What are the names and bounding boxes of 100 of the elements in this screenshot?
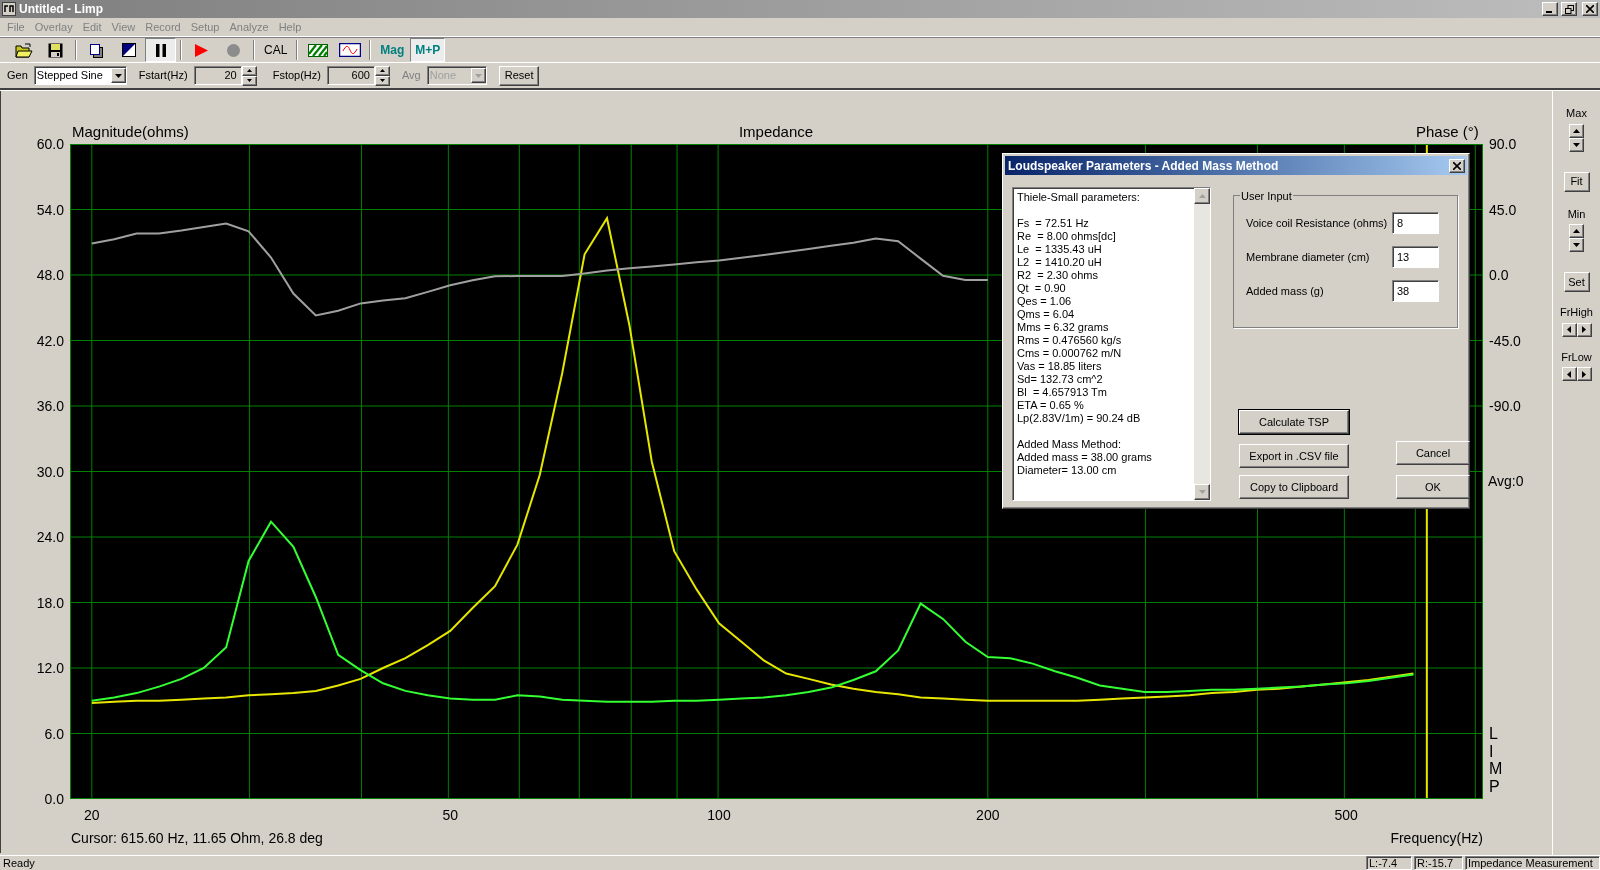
ok-button[interactable]: OK	[1396, 475, 1470, 499]
axis-tick-label: -90.0	[1489, 398, 1521, 414]
axis-tick-label: 500	[1334, 807, 1358, 823]
close-button[interactable]	[1449, 158, 1465, 173]
dropdown-arrow-button[interactable]	[110, 68, 126, 83]
up-triangle-icon	[1573, 128, 1580, 133]
field-label: Fstop(Hz)	[272, 68, 321, 84]
fit-button[interactable]: Fit	[1563, 171, 1590, 192]
generator-dropdown[interactable]: Stepped Sine	[33, 66, 127, 85]
result-line: Thiele-Small parameters:	[1017, 191, 1141, 204]
result-line: Diameter= 13.00 cm	[1017, 464, 1118, 477]
copy-button[interactable]: Copy to Clipboard	[1239, 475, 1349, 499]
axis-tick-label: 18.0	[36, 594, 64, 611]
result-line: L2 = 1410.20 uH	[1017, 256, 1103, 269]
spin-down-button[interactable]	[241, 75, 257, 86]
axis-tick-label: 30.0	[36, 463, 64, 480]
scroll-up-button[interactable]	[1194, 188, 1210, 204]
axis-tick-label: 50	[442, 807, 458, 823]
status-cell: L:-7.4	[1366, 856, 1412, 870]
input-field[interactable]: 13	[1392, 246, 1439, 268]
status-cell: R:-15.7	[1414, 856, 1463, 870]
down-triangle-icon	[1573, 243, 1580, 247]
axis-tick-label: 90.0	[1489, 136, 1517, 152]
axis-title: Frequency(Hz)	[1390, 830, 1483, 846]
spin-up-button[interactable]	[374, 65, 390, 76]
circle-icon	[227, 43, 240, 57]
spin-down-button[interactable]	[374, 75, 390, 86]
axis-tick-label: 100	[707, 807, 731, 823]
close-icon	[1453, 161, 1461, 170]
spin-up-button[interactable]	[1569, 123, 1584, 138]
caret-icon	[114, 73, 122, 78]
axis-tick-label: 54.0	[36, 201, 64, 218]
reset-button[interactable]: Reset	[498, 65, 540, 86]
result-line: Le = 1335.43 uH	[1017, 243, 1103, 256]
pause-button[interactable]	[145, 38, 176, 62]
close-button[interactable]	[1582, 2, 1598, 16]
sine-wave-icon	[338, 43, 361, 57]
result-line: Rms = 0.476560 kg/s	[1017, 334, 1123, 347]
caret-icon	[474, 73, 482, 78]
field-label: Fstart(Hz)	[138, 68, 188, 84]
axis-title: Phase (°)	[1416, 123, 1479, 140]
spin-up-button[interactable]	[1569, 224, 1584, 238]
field-label: Gen	[7, 68, 28, 84]
cancel-button[interactable]: Cancel	[1396, 441, 1470, 465]
field-label: FrHigh	[1560, 305, 1593, 320]
app-icon	[2, 2, 16, 16]
result-line: Cms = 0.000762 m/N	[1017, 347, 1123, 360]
folder-icon	[14, 42, 33, 58]
calculate-button[interactable]: Calculate TSP	[1239, 410, 1349, 434]
fstop-field[interactable]: 600	[326, 66, 375, 85]
axis-tick-label: 36.0	[36, 398, 64, 414]
export-button[interactable]: Export in .CSV file	[1239, 444, 1349, 468]
left-triangle-icon	[1567, 370, 1571, 378]
floppy-icon	[48, 42, 63, 58]
axis-tick-label: 200	[976, 807, 1000, 823]
result-line: Lp(2.83V/1m) = 90.24 dB	[1017, 412, 1142, 425]
axis-tick-label: 12.0	[36, 660, 64, 676]
down-triangle-icon	[1198, 490, 1206, 494]
spin-up-button[interactable]	[241, 65, 257, 76]
spin-left-button[interactable]	[1561, 367, 1577, 381]
spin-down-button[interactable]	[1569, 238, 1584, 252]
field-label: FrLow	[1561, 349, 1592, 365]
axis-tick-label: 42.0	[36, 332, 64, 349]
axis-tick-label: 45.0	[1489, 201, 1517, 218]
toolbar-button[interactable]: M+P	[410, 38, 446, 62]
toolbar-button[interactable]: CAL	[259, 38, 293, 62]
up-triangle-icon	[246, 69, 252, 72]
down-triangle-icon	[1573, 142, 1580, 147]
fstart-field[interactable]: 20	[193, 66, 242, 85]
result-line: Fs = 72.51 Hz	[1017, 217, 1090, 230]
result-line: Sd= 132.73 cm^2	[1017, 373, 1104, 386]
set-button[interactable]: Set	[1563, 272, 1590, 292]
minimize-button[interactable]	[1542, 2, 1558, 16]
result-line: ETA = 0.65 %	[1017, 399, 1085, 412]
cursor-readout: Cursor: 615.60 Hz, 11.65 Ohm, 26.8 deg	[71, 830, 323, 846]
pause-icon	[155, 43, 166, 57]
vertical-label: LIMP	[1489, 725, 1499, 796]
up-triangle-icon	[1198, 194, 1206, 198]
axis-tick-label: 0.0	[1489, 267, 1509, 283]
axis-tick-label: 20	[84, 807, 100, 823]
input-field[interactable]: 8	[1392, 212, 1439, 234]
status-text: Ready	[2, 855, 36, 870]
result-line: Qt = 0.90	[1017, 282, 1067, 295]
field-label: Membrane diameter (cm)	[1246, 249, 1370, 265]
result-line: Re = 8.00 ohms[dc]	[1017, 230, 1117, 243]
input-field[interactable]: 38	[1392, 280, 1439, 302]
axis-tick-label: 6.0	[44, 725, 64, 742]
left-triangle-icon	[1567, 326, 1571, 333]
scrollbar[interactable]	[1194, 188, 1210, 500]
field-label: Added mass (g)	[1246, 283, 1324, 299]
status-cell: Impedance Measurement	[1465, 856, 1600, 870]
scroll-down-button[interactable]	[1194, 484, 1210, 500]
dropdown-value: Stepped Sine	[35, 68, 103, 84]
restore-button[interactable]	[1561, 2, 1577, 16]
result-line: Added Mass Method:	[1017, 438, 1122, 451]
result-line: R2 = 2.30 ohms	[1017, 269, 1100, 282]
restore-icon	[1564, 4, 1574, 14]
spin-left-button[interactable]	[1561, 322, 1577, 337]
dialog-title: Loudspeaker Parameters - Added Mass Method	[1007, 157, 1279, 175]
axis-tick-label: 24.0	[36, 529, 64, 545]
